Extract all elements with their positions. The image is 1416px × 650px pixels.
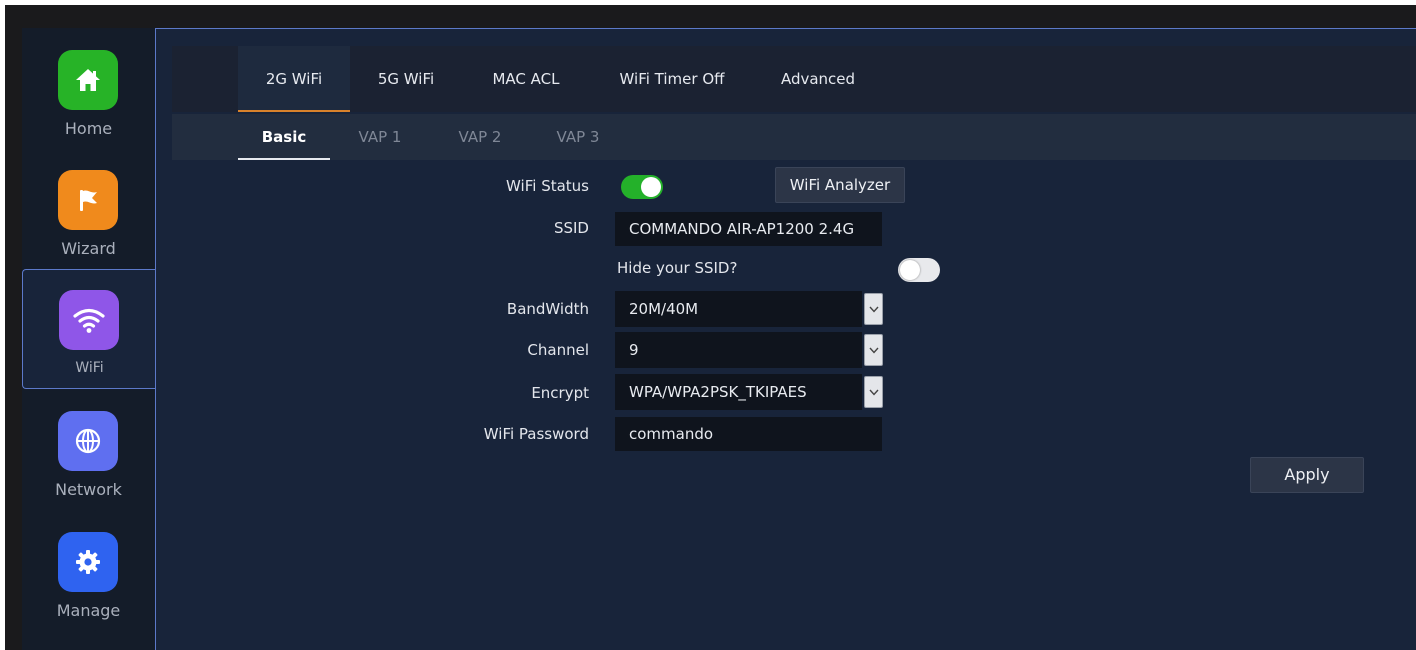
tab-mac-acl[interactable]: MAC ACL <box>476 46 576 112</box>
bandwidth-label: BandWidth <box>506 300 589 318</box>
toggle-knob <box>900 260 920 280</box>
sidebar-item-label: Network <box>55 480 122 499</box>
ssid-input[interactable]: COMMANDO AIR-AP1200 2.4G <box>615 212 882 246</box>
encrypt-label: Encrypt <box>531 384 589 402</box>
channel-value: 9 <box>615 332 862 368</box>
main-panel: 2G WiFi 5G WiFi MAC ACL WiFi Timer Off A… <box>155 28 1416 650</box>
flag-icon <box>58 170 118 230</box>
subtab-vap3[interactable]: VAP 3 <box>548 114 608 160</box>
tab-wifi-timer-off[interactable]: WiFi Timer Off <box>606 46 738 112</box>
sidebar-item-label: Home <box>64 119 113 138</box>
encrypt-value: WPA/WPA2PSK_TKIPAES <box>615 374 862 410</box>
globe-icon <box>58 411 118 471</box>
bandwidth-value: 20M/40M <box>615 291 862 327</box>
channel-label: Channel <box>527 341 589 359</box>
encrypt-select[interactable]: WPA/WPA2PSK_TKIPAES <box>615 374 886 410</box>
wifi-analyzer-button[interactable]: WiFi Analyzer <box>775 167 905 203</box>
wifi-status-label: WiFi Status <box>506 177 589 195</box>
sidebar-item-network[interactable]: Network <box>22 389 155 509</box>
tab-advanced[interactable]: Advanced <box>768 46 868 112</box>
sidebar-item-label: Wizard <box>61 239 116 258</box>
sidebar-item-home[interactable]: Home <box>22 28 155 148</box>
home-icon <box>58 50 118 110</box>
sidebar-item-label: WiFi <box>75 360 104 376</box>
subtab-vap2[interactable]: VAP 2 <box>450 114 510 160</box>
sidebar: Home Wizard WiFi Network Manage <box>22 28 155 650</box>
sidebar-item-wifi[interactable]: WiFi <box>22 269 155 389</box>
bandwidth-select[interactable]: 20M/40M <box>615 291 886 327</box>
chevron-down-icon[interactable] <box>864 376 883 408</box>
wifi-status-toggle[interactable] <box>621 175 663 199</box>
hide-ssid-toggle[interactable] <box>898 258 940 282</box>
sidebar-item-label: Manage <box>56 601 121 620</box>
toggle-knob <box>641 177 661 197</box>
tab-bar: 2G WiFi 5G WiFi MAC ACL WiFi Timer Off A… <box>172 46 1416 112</box>
chevron-down-icon[interactable] <box>864 293 883 325</box>
wifi-icon <box>59 290 119 350</box>
channel-select[interactable]: 9 <box>615 332 886 368</box>
subtab-vap1[interactable]: VAP 1 <box>350 114 410 160</box>
wifi-password-label: WiFi Password <box>483 425 589 443</box>
subtab-basic[interactable]: Basic <box>238 114 330 160</box>
subtab-bar: Basic VAP 1 VAP 2 VAP 3 <box>172 114 1416 160</box>
chevron-down-icon[interactable] <box>864 334 883 366</box>
hide-ssid-label: Hide your SSID? <box>617 259 738 277</box>
gear-icon <box>58 532 118 592</box>
sidebar-item-manage[interactable]: Manage <box>22 510 155 630</box>
apply-button[interactable]: Apply <box>1250 457 1364 493</box>
ssid-label: SSID <box>553 219 589 237</box>
tab-5g-wifi[interactable]: 5G WiFi <box>368 46 444 112</box>
wifi-password-input[interactable]: commando <box>615 417 882 451</box>
tab-2g-wifi[interactable]: 2G WiFi <box>238 46 350 112</box>
sidebar-item-wizard[interactable]: Wizard <box>22 148 155 268</box>
